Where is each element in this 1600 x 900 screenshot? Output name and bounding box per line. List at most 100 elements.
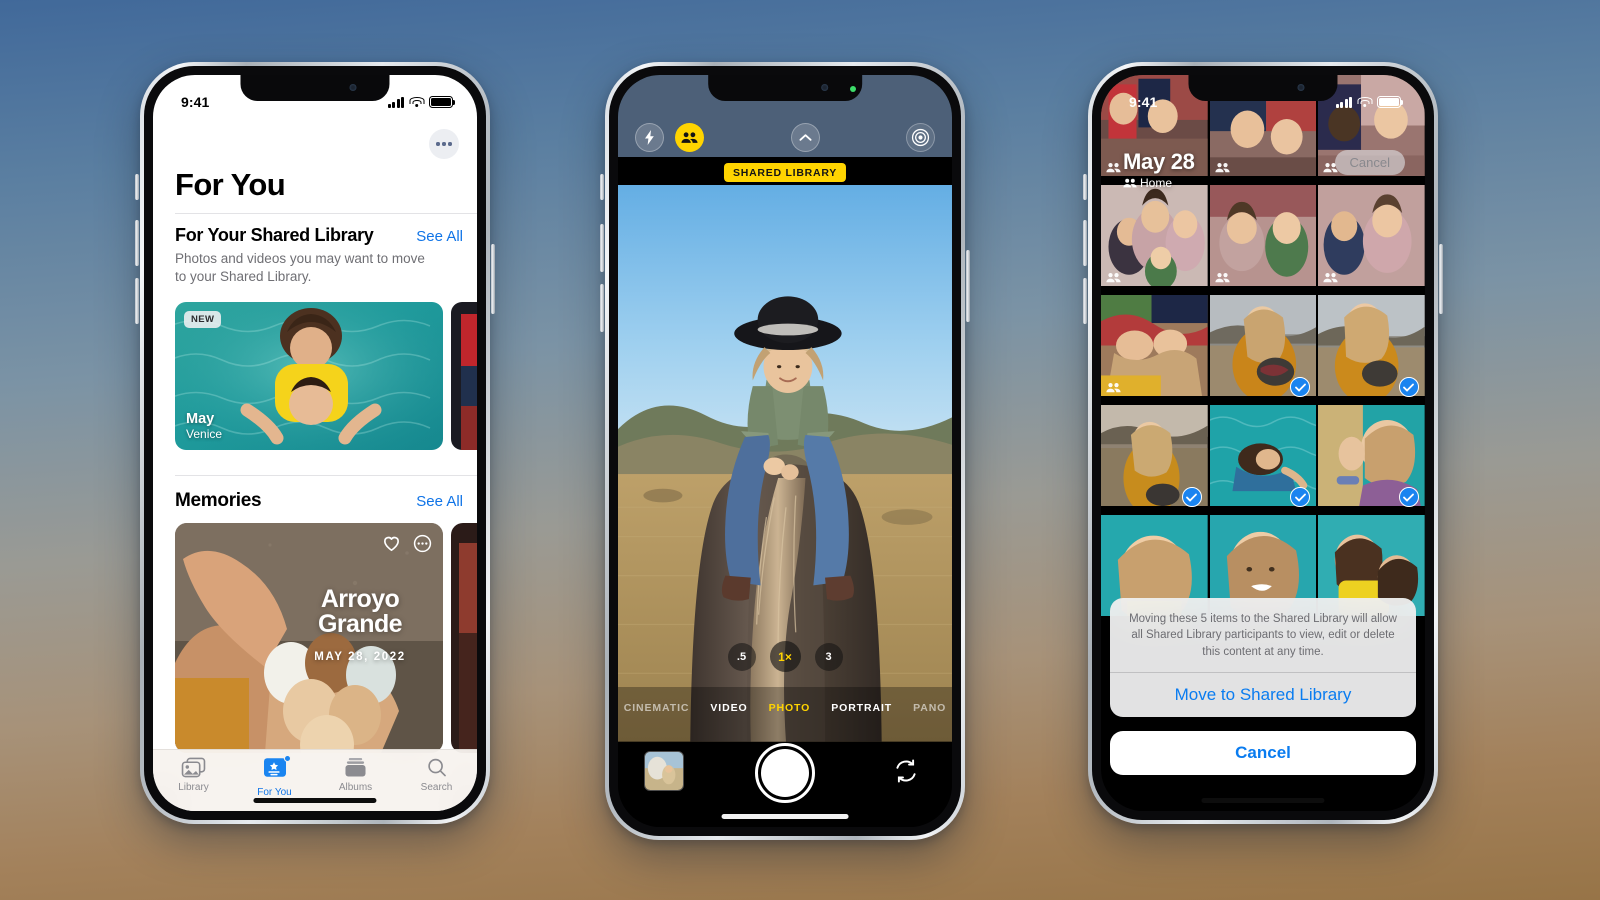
tab-search[interactable]: Search — [396, 757, 477, 793]
zoom-option-active[interactable]: 1× — [769, 641, 801, 672]
memory-card-next[interactable] — [451, 523, 477, 753]
grid-cell-selected[interactable] — [1101, 405, 1208, 513]
screenshot-stage: 9:41 For You For Your Shared Library See… — [0, 0, 1600, 900]
see-all-shared-library-link[interactable]: See All — [416, 228, 463, 245]
cellular-signal-icon — [1335, 96, 1352, 108]
photos-library-icon — [181, 757, 206, 778]
action-sheet-cancel-button[interactable]: Cancel — [1110, 731, 1416, 775]
tab-library[interactable]: Library — [153, 757, 234, 793]
mode-portrait[interactable]: PORTRAIT — [831, 702, 892, 714]
selection-checkmark[interactable] — [1398, 377, 1419, 397]
shared-library-section-header: For Your Shared Library See All Photos a… — [175, 225, 463, 286]
for-you-badge — [283, 755, 291, 762]
grid-cell[interactable] — [1209, 185, 1317, 293]
tab-label: Search — [420, 782, 453, 793]
camera-controls-row — [618, 122, 952, 152]
shared-library-people-icon[interactable] — [675, 122, 704, 152]
selection-checkmark[interactable] — [1398, 487, 1419, 507]
camera-viewfinder[interactable]: .5 1× 3 CINEMATIC VIDEO PHOTO PORTRAIT P… — [618, 185, 952, 827]
live-photo-icon[interactable] — [906, 122, 935, 152]
divider — [175, 213, 477, 214]
tab-for-you[interactable]: For You — [234, 755, 315, 798]
silent-switch[interactable] — [1083, 174, 1087, 200]
mode-video[interactable]: VIDEO — [710, 702, 747, 714]
grid-cell[interactable] — [1101, 295, 1208, 403]
phone-left-photos-for-you: 9:41 For You For Your Shared Library See… — [135, 62, 495, 824]
home-indicator[interactable] — [1201, 798, 1325, 803]
grid-cell-selected[interactable] — [1209, 405, 1317, 513]
shared-badge-icon — [1215, 270, 1230, 288]
ellipsis-icon[interactable] — [412, 533, 433, 554]
notch — [708, 75, 862, 101]
shared-library-suggestion-card[interactable]: NEW May Venice — [175, 302, 443, 450]
silent-switch[interactable] — [600, 174, 604, 200]
heart-icon[interactable] — [381, 533, 402, 554]
grid-cell-selected[interactable] — [1209, 295, 1317, 403]
selection-checkmark[interactable] — [1181, 487, 1202, 507]
volume-up-button[interactable] — [600, 224, 604, 272]
date-header: May 28 Home — [1123, 149, 1195, 190]
card-caption: May Venice — [186, 411, 222, 441]
last-photo-thumbnail[interactable] — [644, 751, 684, 791]
notch — [1188, 75, 1338, 101]
side-power-button[interactable] — [491, 244, 495, 314]
location-row: Home — [1123, 176, 1195, 190]
phone-center-camera: SHARED LIBRARY .5 1× 3 CINEMATIC VIDEO P… — [600, 62, 970, 840]
section-subtitle: Photos and videos you may want to move t… — [175, 251, 425, 285]
section-title-memories: Memories — [175, 490, 262, 511]
flip-camera-icon[interactable] — [892, 757, 922, 787]
shared-library-card-next[interactable] — [451, 302, 477, 450]
next-card-photo — [451, 302, 477, 450]
shutter-button[interactable] — [755, 743, 815, 803]
thumbnail-photo — [645, 752, 683, 790]
new-badge: NEW — [184, 311, 222, 328]
divider-2 — [175, 475, 477, 476]
phone-right-grid-selection: 9:41 May 28 Home Cancel Moving these 5 i… — [1083, 62, 1443, 824]
action-sheet-message: Moving these 5 items to the Shared Libra… — [1129, 613, 1397, 658]
zoom-option[interactable]: .5 — [727, 642, 756, 671]
home-indicator[interactable] — [253, 798, 377, 803]
volume-down-button[interactable] — [135, 278, 139, 324]
shared-badge-icon — [1106, 380, 1121, 398]
zoom-option[interactable]: 3 — [814, 642, 843, 671]
tab-albums[interactable]: Albums — [315, 757, 396, 793]
memory-date: MAY 28, 2022 — [314, 651, 406, 663]
location-label: Home — [1140, 176, 1173, 190]
grid-cell[interactable] — [1101, 185, 1208, 293]
volume-up-button[interactable] — [1083, 220, 1087, 266]
home-indicator[interactable] — [721, 814, 849, 819]
grid-cell[interactable] — [1318, 185, 1425, 293]
chevron-up-icon[interactable] — [790, 122, 820, 152]
wifi-icon — [409, 96, 424, 108]
volume-down-button[interactable] — [1083, 278, 1087, 324]
section-title-shared-library: For Your Shared Library — [175, 225, 374, 245]
notch — [240, 75, 390, 101]
mode-cinematic[interactable]: CINEMATIC — [624, 702, 690, 714]
grid-cell-selected[interactable] — [1318, 295, 1425, 403]
flash-icon[interactable] — [635, 122, 664, 152]
side-power-button[interactable] — [1439, 244, 1443, 314]
camera-mode-selector: CINEMATIC VIDEO PHOTO PORTRAIT PANO — [618, 702, 952, 714]
memory-card[interactable]: Arroyo Grande MAY 28, 2022 — [175, 523, 443, 753]
card-month: May — [186, 411, 215, 427]
shared-badge-icon — [1215, 160, 1230, 178]
next-memory-photo — [451, 523, 477, 753]
more-options-button[interactable] — [429, 129, 459, 159]
silent-switch[interactable] — [135, 174, 139, 200]
cellular-signal-icon — [387, 96, 404, 108]
cancel-button-top[interactable]: Cancel — [1334, 150, 1405, 175]
shared-badge-icon — [1323, 270, 1338, 288]
camera-in-use-indicator — [850, 86, 856, 92]
mode-photo[interactable]: PHOTO — [769, 702, 811, 714]
see-all-memories-link[interactable]: See All — [416, 493, 463, 510]
status-time: 9:41 — [181, 94, 210, 110]
action-sheet: Moving these 5 items to the Shared Libra… — [1110, 598, 1416, 717]
side-power-button[interactable] — [966, 250, 970, 322]
mode-pano[interactable]: PANO — [913, 702, 946, 714]
eggs-in-hands-photo — [175, 523, 443, 753]
date-label: May 28 — [1123, 149, 1195, 174]
grid-cell-selected[interactable] — [1318, 405, 1425, 513]
volume-down-button[interactable] — [600, 284, 604, 332]
move-to-shared-library-button[interactable]: Move to Shared Library — [1110, 672, 1416, 717]
volume-up-button[interactable] — [135, 220, 139, 266]
